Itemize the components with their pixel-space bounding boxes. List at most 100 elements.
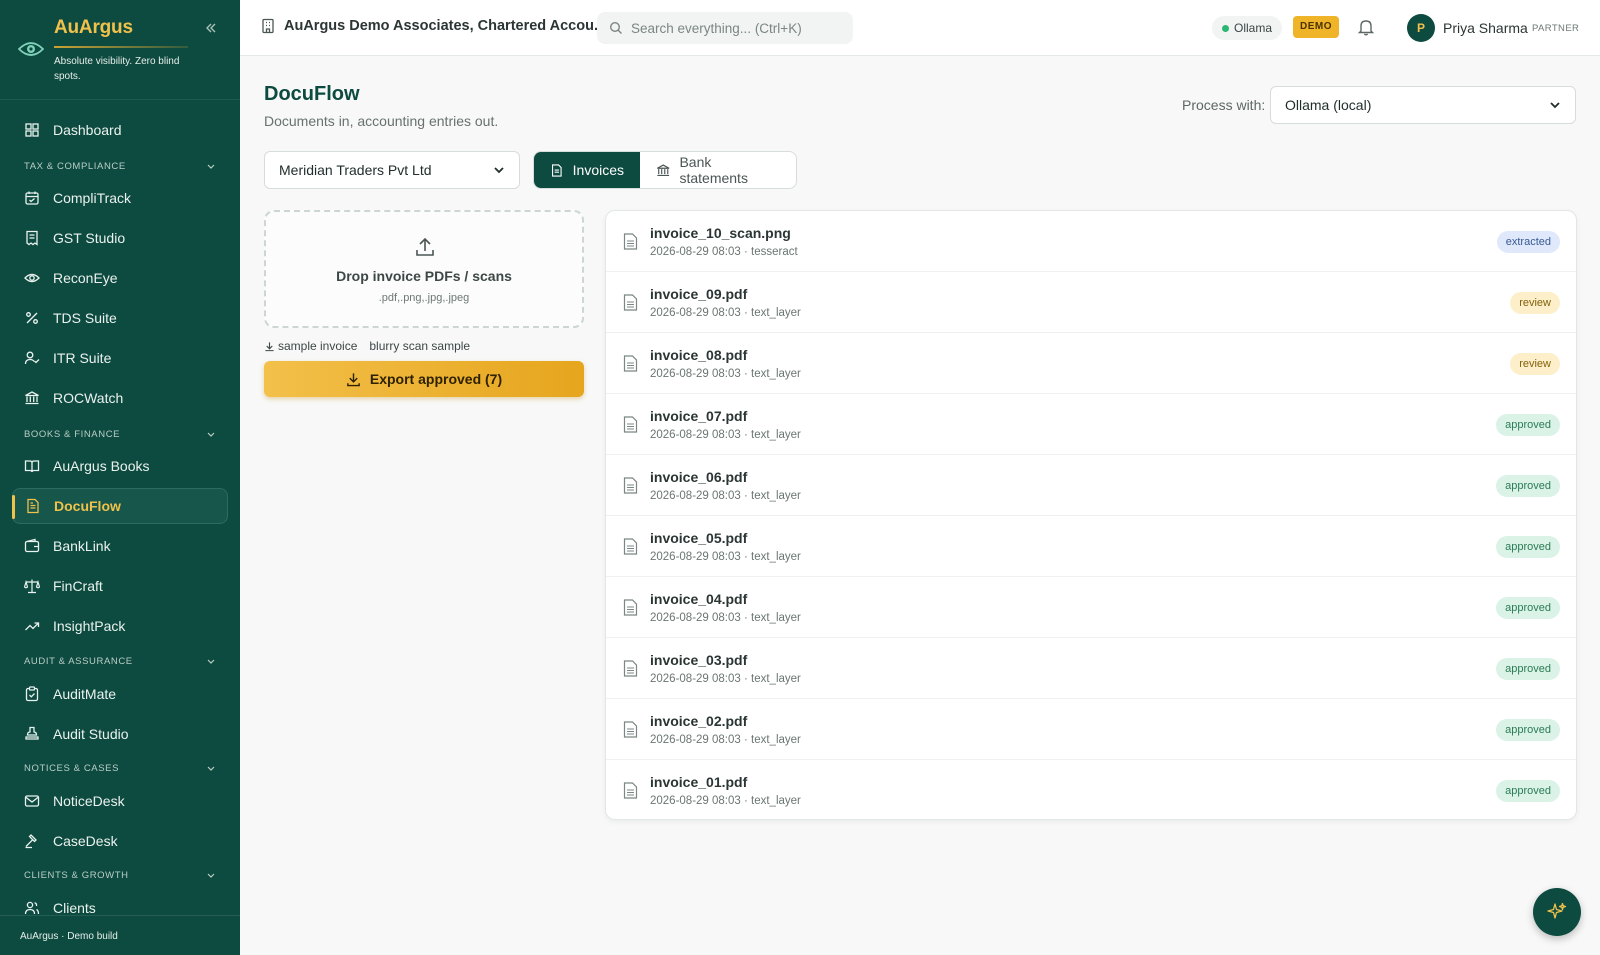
document-name: invoice_05.pdf [650, 530, 748, 546]
document-name: invoice_09.pdf [650, 286, 748, 302]
sidebar-item-label: CaseDesk [53, 833, 118, 849]
status-badge: approved [1496, 475, 1560, 497]
document-meta: 2026-08-29 08:03 · text_layer [650, 612, 801, 624]
status-badge: approved [1496, 719, 1560, 741]
tab-invoices[interactable]: Invoices [534, 152, 640, 188]
bank-building-icon [25, 391, 39, 405]
blurry-scan-sample-link[interactable]: blurry scan sample [369, 339, 470, 353]
book-open-icon [24, 460, 40, 473]
status-badge: review [1510, 292, 1560, 314]
nav-group-audit[interactable]: AUDIT & ASSURANCE [24, 654, 216, 668]
ai-assistant-button[interactable] [1533, 888, 1581, 936]
document-name: invoice_01.pdf [650, 774, 748, 790]
tab-bank-statements[interactable]: Bank statements [640, 152, 796, 188]
nav-group-tax[interactable]: TAX & COMPLIANCE [24, 159, 216, 173]
sidebar-item-label: DocuFlow [54, 498, 121, 514]
document-row[interactable]: invoice_03.pdf 2026-08-29 08:03 · text_la… [606, 638, 1576, 699]
user-check-icon [24, 351, 40, 365]
nav-group-label: NOTICES & CASES [24, 762, 120, 774]
document-type-tabs: Invoices Bank statements [533, 151, 797, 189]
nav-group-notices[interactable]: NOTICES & CASES [24, 761, 216, 775]
document-row[interactable]: invoice_02.pdf 2026-08-29 08:03 · text_la… [606, 699, 1576, 760]
bell-icon[interactable] [1357, 18, 1375, 36]
document-meta: 2026-08-29 08:03 · text_layer [650, 734, 801, 746]
document-row[interactable]: invoice_07.pdf 2026-08-29 08:03 · text_la… [606, 394, 1576, 455]
sidebar-item-audit-studio[interactable]: Audit Studio [12, 716, 228, 752]
file-icon [623, 233, 638, 250]
sidebar-item-noticedesk[interactable]: NoticeDesk [12, 783, 228, 819]
nav-group-books[interactable]: BOOKS & FINANCE [24, 427, 216, 441]
client-value: Meridian Traders Pvt Ltd [279, 162, 432, 178]
document-row[interactable]: invoice_09.pdf 2026-08-29 08:03 · text_la… [606, 272, 1576, 333]
document-meta: 2026-08-29 08:03 · text_layer [650, 673, 801, 685]
file-icon [623, 477, 638, 494]
sidebar-item-complitrack[interactable]: CompliTrack [12, 180, 228, 216]
trending-up-icon [25, 622, 40, 631]
sample-links: sample invoice blurry scan sample [264, 339, 470, 353]
sidebar-item-reconeye[interactable]: ReconEye [12, 260, 228, 296]
tab-label: Bank statements [679, 154, 748, 186]
document-row[interactable]: invoice_06.pdf 2026-08-29 08:03 · text_la… [606, 455, 1576, 516]
search-input[interactable]: Search everything... (Ctrl+K) [597, 12, 853, 44]
sidebar-item-insightpack[interactable]: InsightPack [12, 608, 228, 644]
nav-group-label: AUDIT & ASSURANCE [24, 655, 133, 667]
document-row[interactable]: invoice_10_scan.png 2026-08-29 08:03 · te… [606, 211, 1576, 272]
document-row[interactable]: invoice_05.pdf 2026-08-29 08:03 · text_la… [606, 516, 1576, 577]
document-name: invoice_04.pdf [650, 591, 748, 607]
file-icon [623, 355, 638, 372]
sidebar-item-auargus-books[interactable]: AuArgus Books [12, 448, 228, 484]
sidebar-item-dashboard[interactable]: Dashboard [12, 112, 228, 148]
nav-group-clients[interactable]: CLIENTS & GROWTH [24, 868, 216, 882]
client-select[interactable]: Meridian Traders Pvt Ltd [264, 151, 520, 189]
chevron-down-icon [207, 432, 215, 437]
sidebar-item-label: BankLink [53, 538, 111, 554]
file-text-icon [552, 163, 562, 177]
document-row[interactable]: invoice_01.pdf 2026-08-29 08:03 · text_la… [606, 760, 1576, 819]
document-meta: 2026-08-29 08:03 · text_layer [650, 490, 801, 502]
document-name: invoice_10_scan.png [650, 225, 791, 241]
nav-group-label: CLIENTS & GROWTH [24, 869, 129, 881]
document-meta: 2026-08-29 08:03 · text_layer [650, 429, 801, 441]
sidebar-item-label: CompliTrack [53, 190, 132, 206]
sidebar-item-label: ROCWatch [53, 390, 124, 406]
chevron-down-icon [207, 873, 215, 878]
document-name: invoice_03.pdf [650, 652, 748, 668]
document-row[interactable]: invoice_08.pdf 2026-08-29 08:03 · text_la… [606, 333, 1576, 394]
receipt-icon [26, 230, 38, 246]
chevron-down-icon [1550, 102, 1560, 109]
nav-group-label: BOOKS & FINANCE [24, 428, 121, 440]
page-subtitle: Documents in, accounting entries out. [264, 113, 499, 129]
user-name[interactable]: Priya Sharma [1443, 20, 1528, 36]
document-name: invoice_06.pdf [650, 469, 748, 485]
sidebar-item-fincraft[interactable]: FinCraft [12, 568, 228, 604]
org-switcher[interactable]: AuArgus Demo Associates, Chartered Accou… [260, 18, 606, 34]
sidebar-item-banklink[interactable]: BankLink [12, 528, 228, 564]
sidebar-item-docuflow[interactable]: DocuFlow [12, 488, 228, 524]
sidebar-item-casedesk[interactable]: CaseDesk [12, 823, 228, 859]
search-placeholder: Search everything... (Ctrl+K) [631, 20, 802, 36]
dashboard-icon [25, 123, 39, 137]
gavel-icon [25, 834, 37, 849]
sidebar-item-gst-studio[interactable]: GST Studio [12, 220, 228, 256]
org-name: AuArgus Demo Associates, Chartered Accou… [284, 18, 607, 34]
sample-invoice-link[interactable]: sample invoice [278, 339, 357, 353]
chevron-down-icon [494, 167, 504, 174]
download-icon [265, 341, 274, 351]
process-engine-select[interactable]: Ollama (local) [1270, 86, 1576, 124]
mail-icon [24, 795, 40, 807]
demo-badge: DEMO [1293, 16, 1339, 38]
avatar[interactable]: P [1407, 14, 1435, 42]
search-icon [609, 21, 622, 34]
export-approved-button[interactable]: Export approved (7) [264, 361, 584, 397]
collapse-sidebar-icon[interactable] [203, 20, 219, 36]
sidebar-item-tds-suite[interactable]: TDS Suite [12, 300, 228, 336]
sidebar-item-auditmate[interactable]: AuditMate [12, 676, 228, 712]
document-row[interactable]: invoice_04.pdf 2026-08-29 08:03 · text_la… [606, 577, 1576, 638]
sidebar-item-label: Dashboard [53, 122, 122, 138]
sidebar-item-rocwatch[interactable]: ROCWatch [12, 380, 228, 416]
brand-name: AuArgus [54, 17, 133, 38]
chevron-down-icon [207, 164, 215, 169]
upload-dropzone[interactable]: Drop invoice PDFs / scans .pdf,.png,.jpg… [264, 210, 584, 328]
sidebar-item-label: Audit Studio [53, 726, 129, 742]
sidebar-item-itr-suite[interactable]: ITR Suite [12, 340, 228, 376]
